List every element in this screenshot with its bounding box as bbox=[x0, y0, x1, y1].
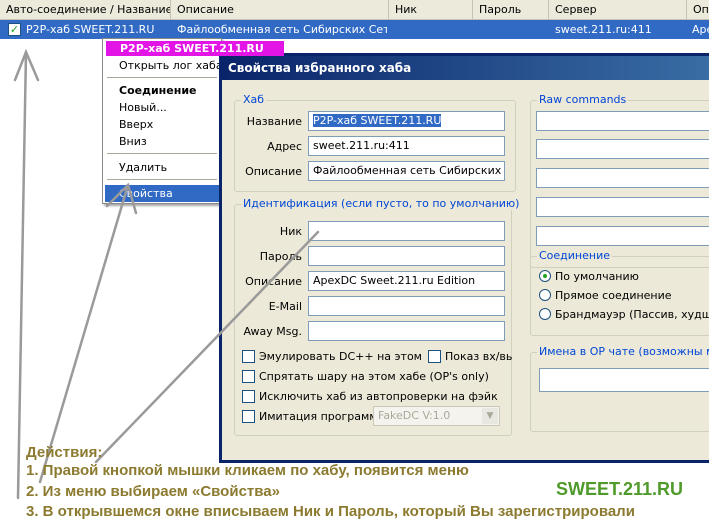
op-chat-names-input[interactable] bbox=[539, 368, 709, 392]
hide-share-label: Спрятать шару на этом хабе (OP's only) bbox=[259, 370, 489, 383]
radio-firewall-label: Брандмауэр (Пассив, худший р bbox=[555, 308, 709, 321]
email-label: E-Mail bbox=[268, 300, 302, 313]
raw-command-input[interactable] bbox=[536, 226, 709, 246]
menu-separator bbox=[107, 179, 217, 181]
hub-properties-dialog: Свойства избранного хаба Хаб Название P2… bbox=[219, 53, 709, 463]
list-header: Авто-соединение / Название Описание Ник … bbox=[0, 0, 709, 20]
raw-command-input[interactable] bbox=[536, 197, 709, 217]
chevron-down-icon[interactable]: ▼ bbox=[482, 408, 498, 424]
column-name[interactable]: Авто-соединение / Название bbox=[0, 0, 171, 19]
password-label: Пароль bbox=[259, 250, 302, 263]
imitate-program-label: Имитация программы bbox=[259, 410, 387, 423]
emulate-dc-label: Эмулировать DC++ на этом хабе bbox=[259, 350, 424, 363]
hub-row-selected[interactable]: ✓ P2P-хаб SWEET.211.RU Файлообменная сет… bbox=[0, 20, 709, 39]
ident-description-label: Описание bbox=[245, 275, 302, 288]
raw-command-input[interactable] bbox=[536, 139, 709, 159]
ident-description-input[interactable]: ApexDC Sweet.211.ru Edition bbox=[308, 271, 505, 291]
hub-name-input[interactable]: P2P-хаб SWEET.211.RU bbox=[308, 111, 505, 131]
hub-name-cell: P2P-хаб SWEET.211.RU bbox=[26, 23, 155, 36]
menu-open-log[interactable]: Открыть лог хаба bbox=[105, 57, 223, 74]
menu-up[interactable]: Вверх bbox=[105, 116, 219, 133]
context-menu: P2P-хаб SWEET.211.RU Открыть лог хаба Со… bbox=[102, 38, 284, 204]
address-label: Адрес bbox=[267, 140, 302, 153]
nick-label: Ник bbox=[279, 225, 302, 238]
emulate-dc-checkbox[interactable]: Эмулировать DC++ на этом хабе bbox=[242, 350, 424, 363]
checkbox-box bbox=[242, 410, 255, 423]
identification-group-label: Идентификация (если пусто, то по умолчан… bbox=[241, 197, 522, 210]
instruction-step-3: 3. В открывшемся окне вписываем Ник и Па… bbox=[26, 503, 635, 520]
column-server[interactable]: Сервер bbox=[549, 0, 687, 19]
op-chat-group: Имена в OP чате (возможны маски bbox=[530, 345, 709, 432]
autoconnect-checkbox[interactable]: ✓ bbox=[8, 23, 21, 36]
radio-direct[interactable]: Прямое соединение bbox=[539, 289, 672, 302]
menu-delete[interactable]: Удалить bbox=[105, 159, 219, 176]
raw-command-input[interactable] bbox=[536, 111, 709, 131]
imitate-program-value: FakeDC V:1.0 bbox=[378, 409, 451, 422]
raw-commands-group-label: Raw commands bbox=[537, 93, 629, 106]
menu-connect[interactable]: Соединение bbox=[105, 82, 219, 99]
menu-separator bbox=[107, 153, 217, 155]
radio-default-label: По умолчанию bbox=[555, 270, 639, 283]
nick-input[interactable] bbox=[308, 221, 505, 241]
radio-dot bbox=[539, 289, 551, 301]
away-msg-input[interactable] bbox=[308, 321, 505, 341]
column-password[interactable]: Пароль bbox=[473, 0, 549, 19]
instruction-step-1: 1. Правой кнопкой мышки кликаем по хабу,… bbox=[26, 462, 469, 479]
email-input[interactable] bbox=[308, 296, 505, 316]
hub-server-cell: sweet.211.ru:411 bbox=[555, 23, 652, 36]
instructions-heading: Действия: bbox=[26, 444, 103, 461]
away-label: Away Msg. bbox=[243, 325, 302, 338]
exclude-fake-label: Исключить хаб из автопроверки на фэйк bbox=[259, 390, 498, 403]
radio-firewall[interactable]: Брандмауэр (Пассив, худший р bbox=[539, 308, 709, 321]
connection-group-label: Соединение bbox=[537, 249, 613, 262]
checkbox-box bbox=[242, 370, 255, 383]
column-nick[interactable]: Ник bbox=[389, 0, 473, 19]
show-inout-checkbox[interactable]: Показ вх/вых bbox=[428, 350, 512, 363]
imitate-program-checkbox[interactable]: Имитация программы bbox=[242, 410, 386, 423]
context-menu-title: P2P-хаб SWEET.211.RU bbox=[106, 41, 284, 56]
hub-extra-cell: Аре bbox=[692, 23, 709, 36]
column-description[interactable]: Описание bbox=[171, 0, 389, 19]
dialog-title: Свойства избранного хаба bbox=[222, 56, 709, 80]
radio-direct-label: Прямое соединение bbox=[555, 289, 672, 302]
op-chat-group-label: Имена в OP чате (возможны маски bbox=[537, 345, 709, 358]
hub-group-label: Хаб bbox=[241, 93, 267, 106]
column-op[interactable]: Оп bbox=[687, 0, 709, 19]
menu-properties[interactable]: Свойства bbox=[105, 185, 219, 202]
menu-separator bbox=[107, 77, 217, 79]
checkbox-box bbox=[242, 350, 255, 363]
password-input[interactable] bbox=[308, 246, 505, 266]
name-label: Название bbox=[246, 115, 302, 128]
radio-default[interactable]: По умолчанию bbox=[539, 270, 639, 283]
hub-description-input[interactable]: Файлообменная сеть Сибирских Сет bbox=[308, 161, 505, 181]
menu-new[interactable]: Новый... bbox=[105, 99, 219, 116]
hide-share-checkbox[interactable]: Спрятать шару на этом хабе (OP's only) bbox=[242, 370, 489, 383]
exclude-fake-checkbox[interactable]: Исключить хаб из автопроверки на фэйк bbox=[242, 390, 498, 403]
raw-command-input[interactable] bbox=[536, 168, 709, 188]
checkbox-box bbox=[242, 390, 255, 403]
hub-description-cell: Файлообменная сеть Сибирских Сетей bbox=[177, 23, 387, 36]
radio-dot bbox=[539, 308, 551, 320]
instruction-step-2: 2. Из меню выбираем «Свойства» bbox=[26, 483, 280, 500]
show-inout-label: Показ вх/вых bbox=[445, 350, 512, 363]
description-label: Описание bbox=[245, 165, 302, 178]
menu-down[interactable]: Вниз bbox=[105, 133, 219, 150]
hub-name-value: P2P-хаб SWEET.211.RU bbox=[313, 114, 442, 127]
radio-dot bbox=[539, 270, 551, 282]
checkbox-box bbox=[428, 350, 441, 363]
brand-watermark: SWEET.211.RU bbox=[556, 479, 684, 499]
dialog-body: Хаб Название P2P-хаб SWEET.211.RU Адрес … bbox=[222, 80, 709, 460]
imitate-program-select[interactable]: FakeDC V:1.0 ▼ bbox=[373, 406, 500, 426]
hub-address-input[interactable]: sweet.211.ru:411 bbox=[308, 136, 505, 156]
